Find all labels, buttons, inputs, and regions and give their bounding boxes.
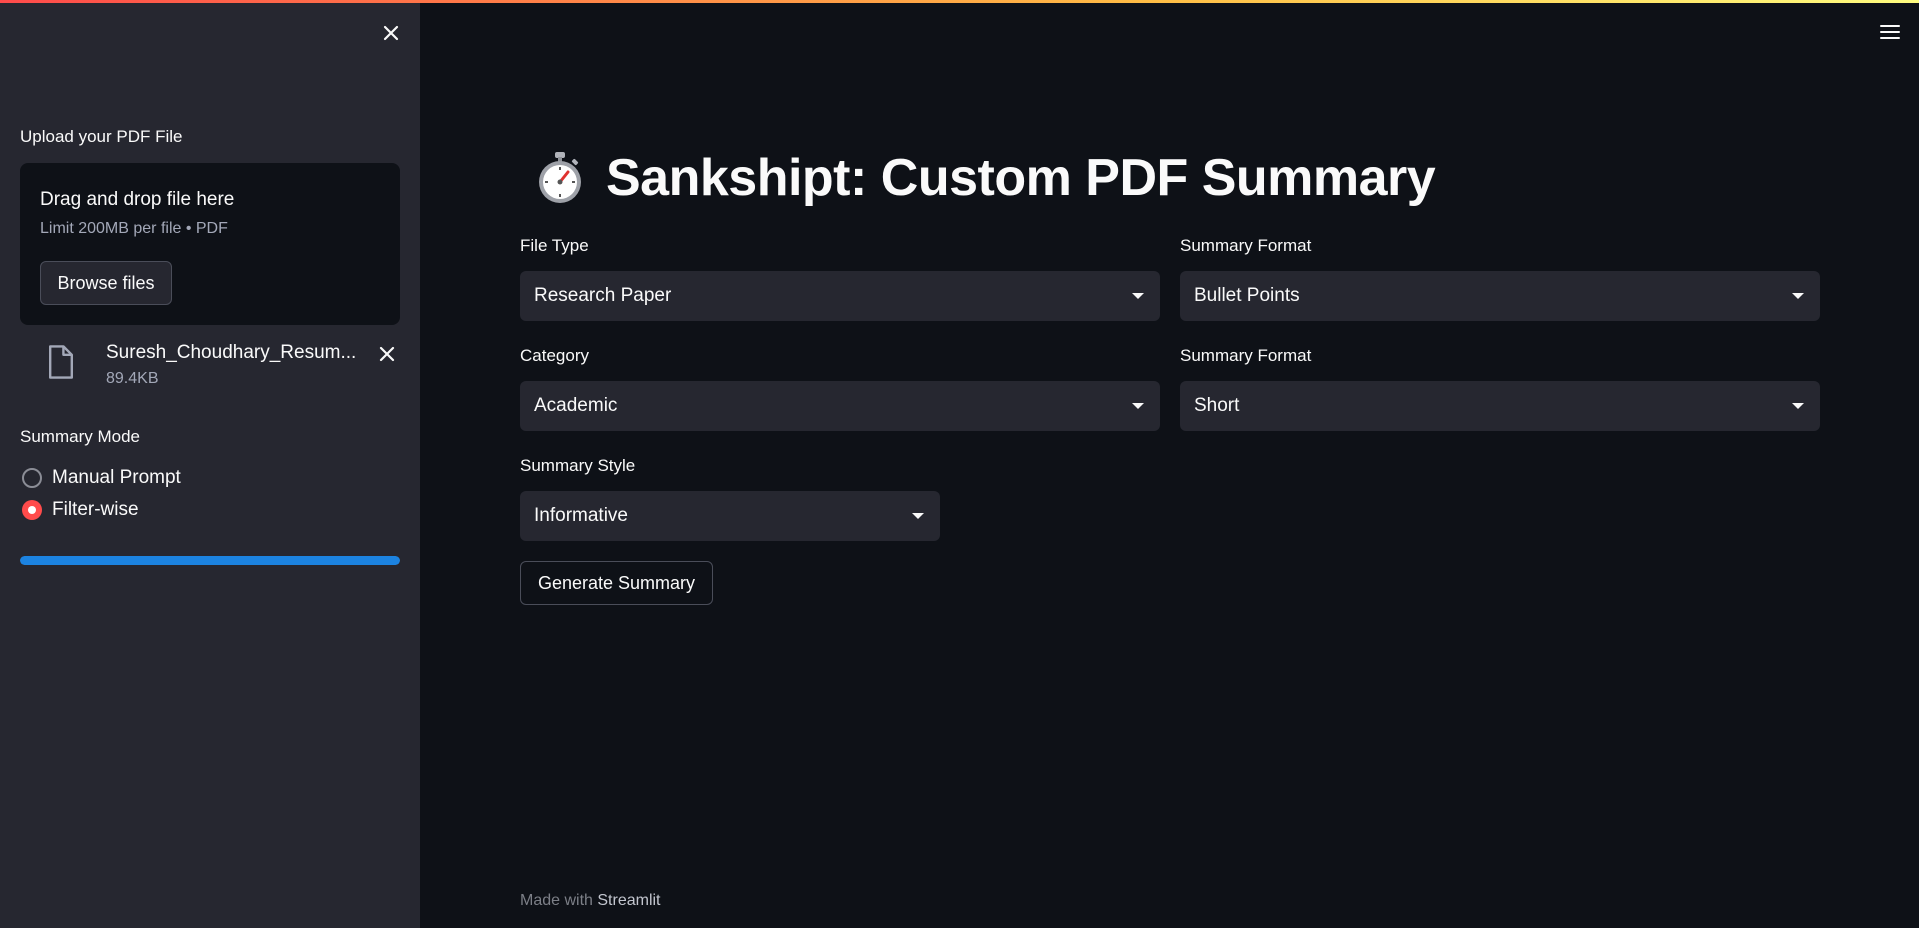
category-label: Category <box>520 346 589 365</box>
footer-prefix: Made with <box>520 892 598 909</box>
chevron-down-icon <box>1792 403 1804 409</box>
summary-format-select[interactable]: Bullet Points <box>1180 271 1820 321</box>
file-type-select[interactable]: Research Paper <box>520 271 1160 321</box>
chevron-down-icon <box>1132 403 1144 409</box>
chevron-down-icon <box>1132 293 1144 299</box>
chevron-down-icon <box>912 513 924 519</box>
summary-length-select[interactable]: Short <box>1180 381 1820 431</box>
page-title: Sankshipt: Custom PDF Summary <box>606 149 1436 207</box>
radio-filter-wise[interactable]: Filter-wise <box>20 497 320 525</box>
summary-length-label: Summary Format <box>1180 346 1312 365</box>
category-select[interactable]: Academic <box>520 381 1160 431</box>
radio-button-unselected[interactable] <box>22 468 42 488</box>
uploader-label: Upload your PDF File <box>20 127 183 146</box>
stopwatch-icon <box>539 152 581 203</box>
radio-label: Manual Prompt <box>52 467 181 488</box>
footer: Made with Streamlit <box>520 892 661 910</box>
summary-style-label: Summary Style <box>520 456 636 475</box>
close-sidebar-icon[interactable] <box>379 21 403 45</box>
chevron-down-icon <box>1792 293 1804 299</box>
summary-format-value: Bullet Points <box>1194 285 1300 306</box>
radio-label: Filter-wise <box>52 499 139 520</box>
generate-summary-button[interactable]: Generate Summary <box>520 561 713 605</box>
remove-file-icon[interactable] <box>375 342 399 366</box>
progress-bar <box>20 556 400 565</box>
uploaded-file-name: Suresh_Choudhary_Resum... <box>106 342 357 363</box>
sidebar: Upload your PDF File Drag and drop file … <box>0 0 420 928</box>
browse-files-button[interactable]: Browse files <box>40 261 172 305</box>
file-type-label: File Type <box>520 236 589 255</box>
streamlit-link[interactable]: Streamlit <box>597 892 660 909</box>
uploaded-file-size: 89.4KB <box>106 370 159 387</box>
file-dropzone[interactable]: Drag and drop file here Limit 200MB per … <box>20 163 400 325</box>
uploaded-file-item: Suresh_Choudhary_Resum... 89.4KB <box>20 338 400 394</box>
summary-format-label: Summary Format <box>1180 236 1312 255</box>
file-type-value: Research Paper <box>534 285 672 306</box>
summary-style-value: Informative <box>534 505 628 526</box>
summary-mode-label: Summary Mode <box>20 427 140 446</box>
dropzone-title: Drag and drop file here <box>40 189 235 210</box>
radio-manual-prompt[interactable]: Manual Prompt <box>20 465 320 493</box>
progress-bar-fill <box>20 556 400 565</box>
category-value: Academic <box>534 395 618 416</box>
radio-button-selected[interactable] <box>22 500 42 520</box>
summary-style-select[interactable]: Informative <box>520 491 940 541</box>
top-decoration-bar <box>0 0 1919 3</box>
dropzone-limit: Limit 200MB per file • PDF <box>40 220 228 237</box>
summary-length-value: Short <box>1194 395 1240 416</box>
main-menu-icon[interactable] <box>1878 20 1902 44</box>
file-icon <box>49 345 73 379</box>
